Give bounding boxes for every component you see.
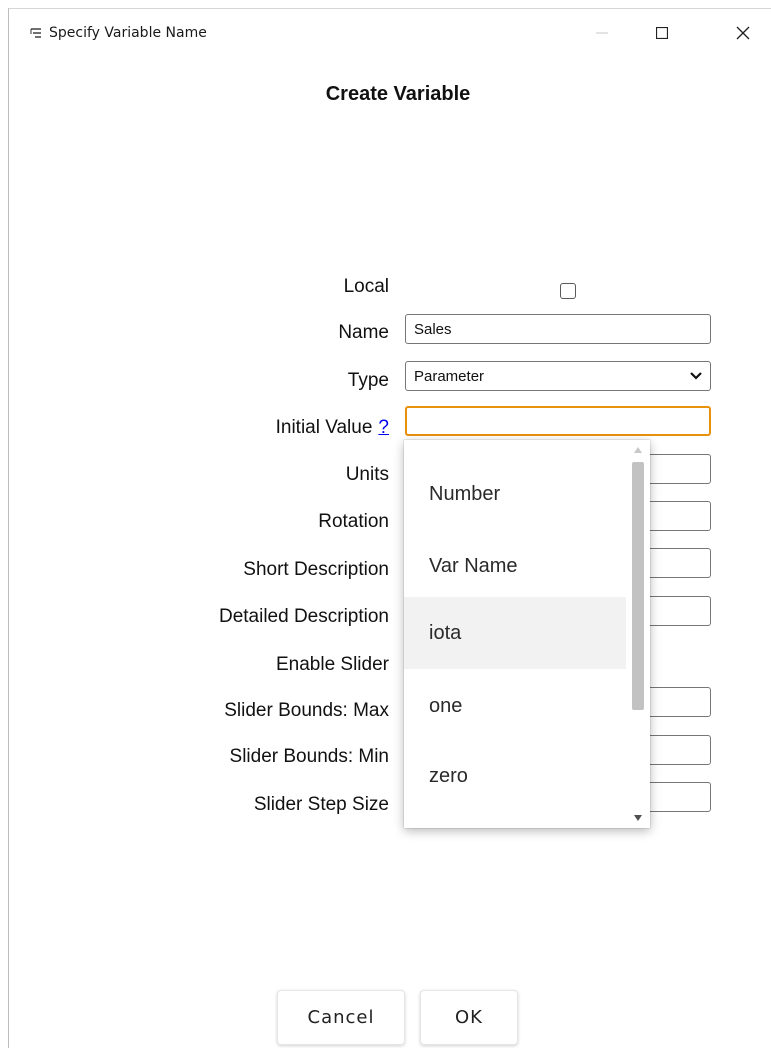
initial-value-help-link[interactable]: ?	[378, 417, 389, 438]
dropdown-option-zero[interactable]: zero	[404, 740, 626, 812]
short-description-label: Short Description	[243, 559, 389, 580]
slider-min-row: Slider Bounds: Min	[9, 742, 389, 772]
slider-max-row: Slider Bounds: Max	[9, 696, 389, 726]
cancel-button[interactable]: Cancel	[277, 990, 405, 1045]
slider-step-label: Slider Step Size	[253, 794, 389, 815]
enable-slider-label: Enable Slider	[275, 654, 389, 675]
type-selected-value: Parameter	[414, 367, 485, 385]
name-input[interactable]	[405, 314, 711, 344]
dialog-window: Specify Variable Name Create Variable Lo…	[8, 8, 771, 1048]
slider-max-label: Slider Bounds: Max	[224, 700, 389, 721]
short-description-row: Short Description	[9, 555, 389, 585]
slider-min-label: Slider Bounds: Min	[229, 746, 389, 767]
initial-value-input[interactable]	[405, 406, 711, 436]
local-row: Local	[9, 272, 389, 302]
type-select[interactable]: Parameter	[405, 361, 711, 391]
maximize-button[interactable]	[638, 9, 686, 57]
window-title: Specify Variable Name	[49, 25, 207, 41]
dropdown-option-iota[interactable]: iota	[404, 597, 626, 669]
type-label: Type	[347, 370, 389, 391]
initial-value-dropdown[interactable]: Number Var Name iota one zero	[404, 440, 650, 828]
scroll-up-icon[interactable]	[633, 446, 643, 454]
dropdown-option-number[interactable]: Number	[404, 458, 626, 530]
initial-value-row: Initial Value?	[9, 413, 389, 443]
app-icon	[30, 28, 41, 38]
detailed-description-label: Detailed Description	[218, 606, 389, 627]
minimize-icon	[596, 32, 608, 34]
name-row: Name	[9, 318, 389, 348]
rotation-label: Rotation	[318, 511, 389, 532]
title-bar[interactable]: Specify Variable Name	[9, 9, 771, 57]
enable-slider-row: Enable Slider	[9, 650, 389, 680]
units-label: Units	[345, 464, 389, 485]
local-checkbox[interactable]	[560, 283, 576, 299]
local-label: Local	[343, 276, 389, 297]
close-button[interactable]	[719, 9, 767, 57]
scroll-down-icon[interactable]	[633, 814, 643, 822]
units-row: Units	[9, 460, 389, 490]
dialog-heading: Create Variable	[325, 83, 471, 105]
scrollbar-thumb[interactable]	[632, 462, 644, 710]
rotation-row: Rotation	[9, 507, 389, 537]
name-label: Name	[338, 322, 389, 343]
maximize-icon	[656, 27, 668, 39]
detailed-description-row: Detailed Description	[9, 602, 389, 632]
type-row: Type	[9, 366, 389, 396]
dropdown-option-one[interactable]: one	[404, 670, 626, 742]
slider-step-row: Slider Step Size	[9, 790, 389, 820]
initial-value-label: Initial Value	[275, 417, 373, 438]
dropdown-option-var-name[interactable]: Var Name	[404, 530, 626, 602]
ok-button[interactable]: OK	[420, 990, 518, 1045]
initial-value-label-wrap: Initial Value?	[276, 417, 389, 439]
close-icon	[736, 26, 750, 40]
minimize-button[interactable]	[578, 9, 626, 57]
dropdown-scrollbar[interactable]	[626, 440, 650, 828]
chevron-down-icon	[690, 372, 702, 380]
